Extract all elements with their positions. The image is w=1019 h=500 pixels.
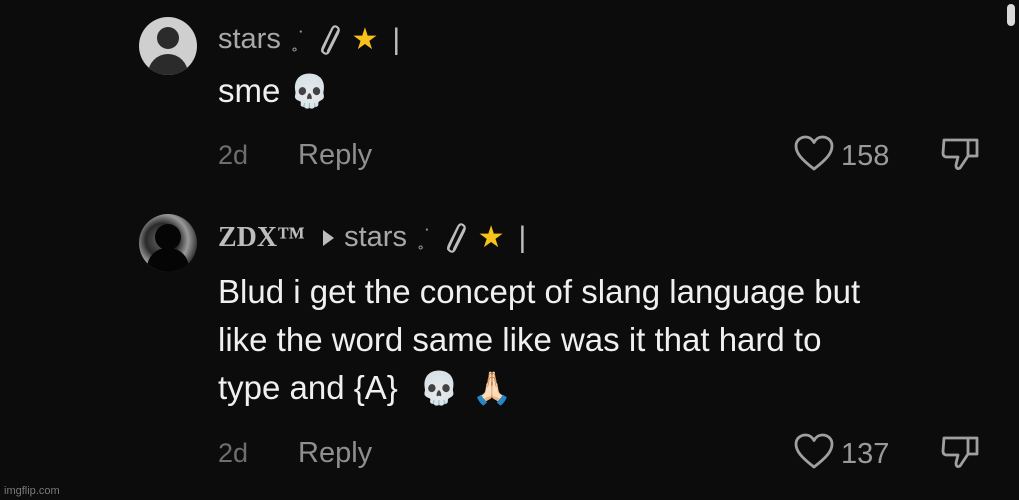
- dislike-button[interactable]: [940, 136, 980, 172]
- praying-hands-emoji: 🙏🏻: [472, 370, 512, 406]
- like-count: 137: [841, 438, 890, 470]
- comment-text-line: Blud i get the concept of slang language…: [218, 273, 861, 310]
- avatar-head: [157, 27, 179, 49]
- comment-timestamp: 2d: [218, 438, 249, 468]
- avatar[interactable]: [139, 214, 197, 272]
- heart-icon: [794, 135, 834, 171]
- comment-header: ZDX™ stars ˳˙ ★ |: [218, 220, 526, 255]
- dislike-button[interactable]: [940, 434, 980, 470]
- username[interactable]: ZDX™: [218, 223, 305, 252]
- heart-icon: [794, 433, 834, 469]
- comment-body: Blud i get the concept of slang language…: [218, 268, 860, 412]
- divider-bar: |: [392, 22, 401, 56]
- avatar-body: [148, 54, 188, 75]
- reply-button[interactable]: Reply: [298, 141, 372, 170]
- like-count: 158: [841, 140, 890, 172]
- scrollbar-thumb[interactable]: [1007, 4, 1015, 26]
- paperclip-icon: [438, 221, 472, 255]
- avatar-head: [155, 224, 181, 250]
- comment-header: stars ˳˙ ★ |: [218, 22, 400, 57]
- avatar-body: [147, 248, 189, 272]
- username-decoration: ˳˙: [290, 26, 306, 52]
- reply-arrow-icon: [323, 229, 335, 246]
- thumbs-down-icon: [941, 436, 979, 468]
- thumbs-down-icon: [941, 138, 979, 170]
- skull-emoji: 💀: [419, 370, 459, 406]
- comment-text-line: type and {A}: [218, 369, 398, 406]
- reply-to-username[interactable]: stars: [344, 223, 407, 252]
- like-button[interactable]: [793, 432, 835, 472]
- comment-text-line-with-emoji: type and {A} 💀 🙏🏻: [218, 364, 860, 412]
- like-button[interactable]: [793, 134, 835, 174]
- star-icon: ★: [477, 221, 505, 254]
- username-decoration: ˳˙: [416, 224, 432, 250]
- avatar[interactable]: [139, 17, 197, 75]
- comment-text-line: like the word same like was it that hard…: [218, 321, 822, 358]
- divider-bar: |: [518, 220, 527, 254]
- paperclip-icon: [312, 23, 346, 57]
- comment-text-line: sme: [218, 72, 281, 109]
- reply-button[interactable]: Reply: [298, 439, 372, 468]
- watermark: imgflip.com: [4, 485, 60, 497]
- skull-emoji: 💀: [289, 73, 330, 109]
- comment-timestamp: 2d: [218, 140, 249, 170]
- comment-body: sme 💀: [218, 67, 329, 115]
- star-icon: ★: [351, 23, 379, 56]
- username[interactable]: stars: [218, 25, 281, 54]
